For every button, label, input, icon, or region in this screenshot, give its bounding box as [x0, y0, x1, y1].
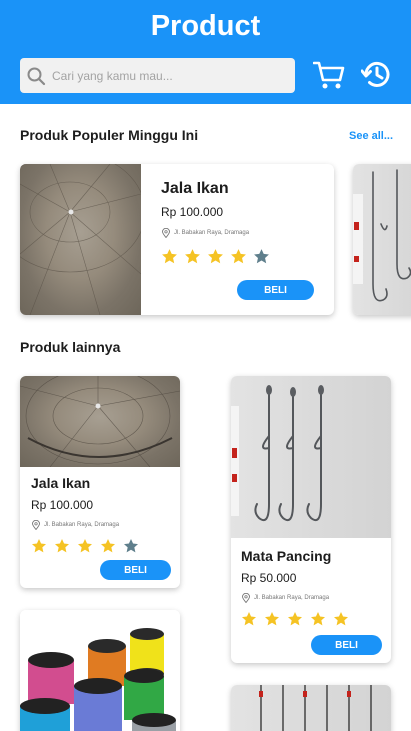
- buy-button[interactable]: BELI: [311, 635, 382, 655]
- product-price: Rp 50.000: [241, 571, 297, 585]
- star-filled-icon: [55, 539, 69, 553]
- product-card[interactable]: [20, 610, 180, 731]
- product-name: Jala Ikan: [31, 475, 91, 491]
- page-title: Product: [150, 10, 261, 42]
- star-empty-icon: [124, 539, 138, 553]
- product-image: [20, 164, 146, 315]
- star-filled-icon: [231, 249, 246, 264]
- net-image: [20, 164, 146, 315]
- popular-product-card[interactable]: Jala Ikan Rp 100.000 Jl. Babakan Raya, D…: [20, 164, 334, 315]
- popular-section-title: Produk Populer Minggu Ini: [20, 127, 199, 143]
- buy-button[interactable]: BELI: [100, 560, 171, 580]
- star-filled-icon: [78, 539, 92, 553]
- location-text: Jl. Babakan Raya, Dramaga: [44, 522, 120, 528]
- star-filled-icon: [162, 249, 177, 264]
- star-filled-icon: [242, 612, 256, 626]
- cart-icon[interactable]: [313, 60, 345, 90]
- star-filled-icon: [185, 249, 200, 264]
- product-name: Jala Ikan: [161, 180, 229, 197]
- location-pin-icon: [162, 228, 170, 238]
- product-card[interactable]: Mata Pancing Rp 50.000 Jl. Babakan Raya,…: [231, 376, 391, 663]
- location-pin-icon: [242, 593, 250, 603]
- spools-image: [20, 628, 176, 731]
- product-location: Jl. Babakan Raya, Dramaga: [241, 593, 329, 603]
- product-image: [20, 610, 180, 731]
- search-icon: [27, 67, 46, 86]
- product-card[interactable]: Jala Ikan Rp 100.000 Jl. Babakan Raya, D…: [20, 376, 180, 588]
- star-filled-icon: [32, 539, 46, 553]
- star-filled-icon: [288, 612, 302, 626]
- rating-stars: [241, 611, 349, 627]
- rods-image: [259, 685, 372, 731]
- product-location: Jl. Babakan Raya, Dramaga: [31, 520, 119, 530]
- product-page: Product Produk Populer Minggu Ini See al…: [0, 0, 411, 731]
- net-image: [20, 376, 180, 468]
- star-filled-icon: [208, 249, 223, 264]
- product-name: Mata Pancing: [241, 548, 332, 564]
- product-image: [20, 376, 180, 468]
- star-filled-icon: [265, 612, 279, 626]
- buy-button[interactable]: BELI: [237, 280, 314, 300]
- other-section-title: Produk lainnya: [20, 339, 121, 355]
- star-filled-icon: [101, 539, 115, 553]
- search-bar[interactable]: [20, 58, 295, 93]
- see-all-link[interactable]: See all...: [349, 130, 393, 142]
- location-pin-icon: [32, 520, 40, 530]
- product-location: Jl. Babakan Raya, Dramaga: [161, 228, 249, 238]
- product-card[interactable]: [231, 685, 391, 731]
- star-filled-icon: [334, 612, 348, 626]
- rating-stars: [31, 538, 139, 554]
- hooks-image: [231, 385, 324, 522]
- product-image: [231, 685, 391, 731]
- product-price: Rp 100.000: [161, 205, 224, 219]
- product-price: Rp 100.000: [31, 498, 94, 512]
- hooks-image: [353, 169, 411, 302]
- star-empty-icon: [254, 249, 269, 264]
- product-image: [231, 376, 391, 538]
- rating-stars: [161, 248, 270, 265]
- popular-product-card[interactable]: [353, 164, 411, 315]
- location-text: Jl. Babakan Raya, Dramaga: [174, 230, 250, 236]
- product-image: [353, 164, 411, 315]
- location-text: Jl. Babakan Raya, Dramaga: [254, 595, 330, 601]
- search-input[interactable]: [52, 58, 287, 93]
- star-filled-icon: [311, 612, 325, 626]
- history-icon[interactable]: [361, 59, 392, 90]
- app-header: Product: [0, 0, 411, 104]
